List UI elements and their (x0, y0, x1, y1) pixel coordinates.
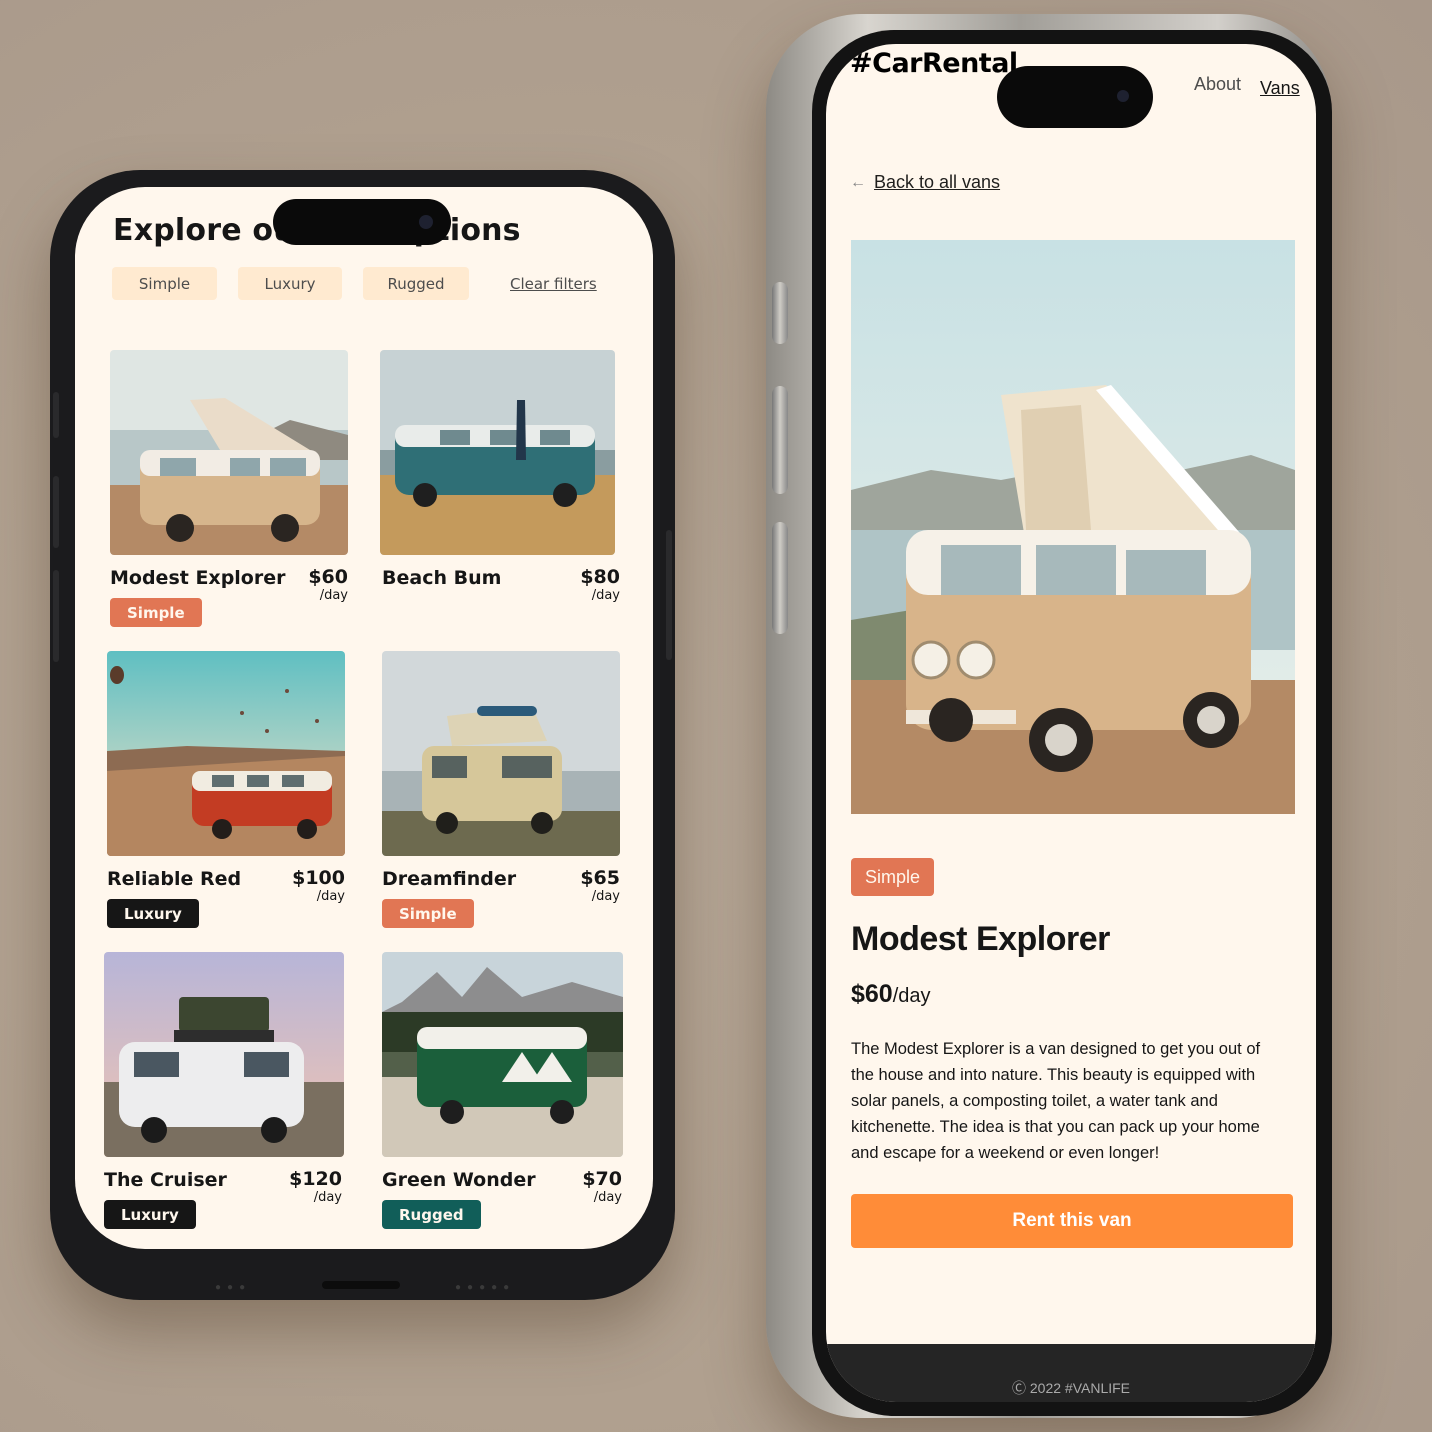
footer-copyright: Ⓒ 2022 #VANLIFE (1011, 1380, 1131, 1396)
back-to-vans-link[interactable]: ← Back to all vans (850, 172, 1000, 193)
van-price: $100 (292, 867, 345, 889)
left-phone-side-button (53, 476, 59, 548)
van-photo (382, 952, 623, 1157)
filter-simple-button[interactable]: Simple (112, 267, 217, 300)
van-photo (380, 350, 615, 555)
arrow-left-icon: ← (850, 173, 866, 191)
van-name: Modest Explorer (110, 567, 286, 589)
van-price-unit: /day (591, 588, 620, 603)
nav-about-link[interactable]: About (1194, 74, 1241, 95)
van-photo (110, 350, 348, 555)
price-unit: /day (892, 985, 931, 1007)
speaker-grill-right: ●●●●● (455, 1282, 516, 1293)
filter-luxury-button[interactable]: Luxury (238, 267, 342, 300)
rent-van-button[interactable]: Rent this van (851, 1194, 1293, 1248)
speaker-grill-left: ●●● (215, 1282, 252, 1293)
right-phone-side-button (772, 282, 788, 344)
van-type-badge: Luxury (107, 899, 199, 928)
van-price: $120 (289, 1168, 342, 1190)
van-price: $70 (582, 1168, 622, 1190)
van-type-badge: Simple (110, 598, 202, 627)
left-phone-screen: Explore our van options Simple Luxury Ru… (75, 187, 653, 1249)
van-type-badge: Rugged (382, 1200, 481, 1229)
van-title: Modest Explorer (851, 920, 1110, 958)
left-phone-side-button (53, 570, 59, 662)
camera-icon (1117, 90, 1129, 102)
van-name: Green Wonder (382, 1169, 536, 1191)
charging-port (322, 1281, 400, 1289)
van-price: $80 (580, 566, 620, 588)
van-name: Dreamfinder (382, 868, 517, 890)
site-logo[interactable]: #CarRental (850, 48, 1018, 79)
van-name: The Cruiser (104, 1169, 227, 1191)
van-type-badge: Luxury (104, 1200, 196, 1229)
left-phone-power-button (666, 530, 672, 660)
nav-vans-link[interactable]: Vans (1260, 78, 1300, 99)
right-phone-screen: #CarRental About Vans ← Back to all vans (826, 44, 1316, 1402)
van-price-unit: /day (593, 1190, 622, 1205)
van-price-unit: /day (319, 588, 348, 603)
van-price: $60 (308, 566, 348, 588)
clear-filters-link[interactable]: Clear filters (510, 275, 597, 293)
van-photo (104, 952, 344, 1157)
van-photo (107, 651, 345, 856)
dynamic-island (273, 199, 451, 245)
van-type-badge: Simple (851, 858, 935, 896)
right-phone-side-button (772, 386, 788, 494)
van-price-unit: /day (313, 1190, 342, 1205)
van-type-badge: Simple (382, 899, 474, 928)
van-description: The Modest Explorer is a van designed to… (851, 1040, 1261, 1162)
van-price-unit: /day (591, 889, 620, 904)
van-name: Beach Bum (382, 567, 502, 589)
dynamic-island (997, 66, 1153, 128)
van-detail-photo (851, 240, 1295, 814)
van-price: $60/day (851, 980, 931, 1009)
van-price-unit: /day (316, 889, 345, 904)
left-phone-side-button (53, 392, 59, 438)
right-phone-side-button (772, 522, 788, 634)
back-link-label: Back to all vans (874, 172, 1001, 192)
van-photo (382, 651, 620, 856)
van-price: $65 (580, 867, 620, 889)
van-name: Reliable Red (107, 868, 242, 890)
filter-rugged-button[interactable]: Rugged (363, 267, 469, 300)
camera-icon (419, 215, 433, 229)
price-amount: $60 (851, 980, 893, 1008)
